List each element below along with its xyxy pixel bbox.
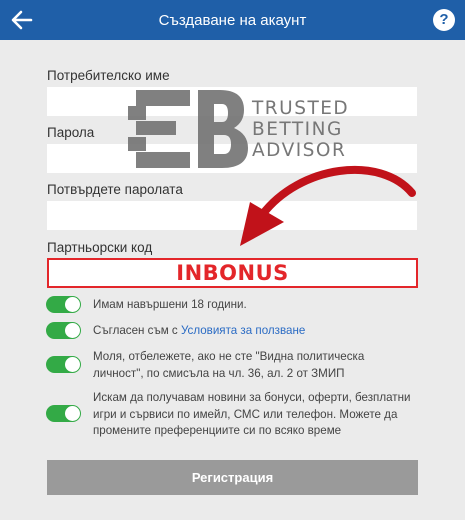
toggle-knob: [65, 323, 80, 338]
pep-option-text: Моля, отбележете, ако не сте "Видна поли…: [93, 350, 365, 380]
marketing-option-text: Искам да получавам новини за бонуси, офе…: [93, 391, 411, 437]
toggle-knob: [65, 297, 80, 312]
age-option-text: Имам навършени 18 години.: [93, 298, 247, 311]
partner-code-label: Партньорски код: [47, 240, 153, 255]
password-label: Парола: [47, 125, 95, 140]
confirm-password-label: Потвърдете паролата: [47, 182, 183, 197]
partner-code-input[interactable]: INBONUS: [47, 258, 418, 288]
logo-text-advisor: ADVISOR: [252, 140, 347, 161]
register-button[interactable]: Регистрация: [47, 460, 418, 495]
page-title: Създаване на акаунт: [158, 11, 307, 29]
marketing-toggle[interactable]: [46, 405, 81, 422]
partner-code-value: INBONUS: [176, 261, 289, 285]
toggle-knob: [65, 357, 80, 372]
confirm-password-input[interactable]: [47, 201, 417, 230]
terms-link[interactable]: Условията за ползване: [181, 324, 305, 337]
help-icon[interactable]: ?: [433, 9, 455, 31]
terms-toggle[interactable]: [46, 322, 81, 339]
age-toggle[interactable]: [46, 296, 81, 313]
pep-toggle[interactable]: [46, 356, 81, 373]
back-arrow-icon[interactable]: [8, 6, 36, 34]
toggle-knob: [65, 406, 80, 421]
terms-prefix: Съгласен съм с: [93, 324, 181, 337]
logo-text-trusted: TRUSTED: [252, 98, 350, 119]
username-label: Потребителско име: [47, 68, 170, 83]
logo-text-betting: BETTING: [252, 119, 343, 140]
app-bar: Създаване на акаунт ?: [0, 0, 465, 40]
terms-option-text: Съгласен съм с Условията за ползване: [93, 323, 418, 340]
